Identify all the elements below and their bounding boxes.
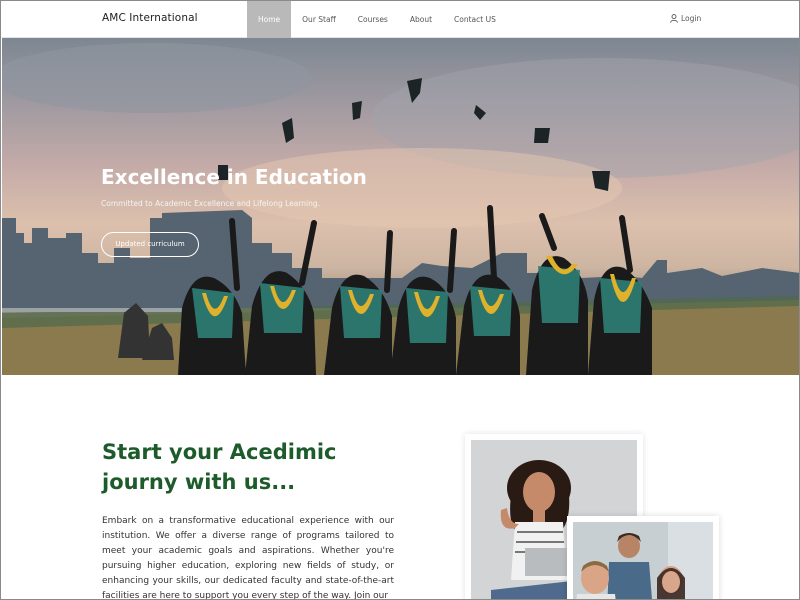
nav-item-our-staff[interactable]: Our Staff [291, 1, 347, 38]
brand-logo[interactable]: AMC International [102, 12, 198, 24]
group-photo-art [573, 522, 713, 599]
login-link[interactable]: Login [670, 14, 701, 23]
hero-banner: Excellence in Education Committed to Aca… [2, 38, 799, 375]
nav-item-contact-us[interactable]: Contact US [443, 1, 507, 38]
hero-subtitle: Committed to Academic Excellence and Lif… [101, 199, 321, 208]
updated-curriculum-button[interactable]: Updated curriculum [101, 232, 199, 257]
login-label: Login [681, 14, 702, 23]
nav-item-courses[interactable]: Courses [347, 1, 399, 38]
intro-body: Embark on a transformative educational e… [102, 516, 394, 600]
page: AMC International Home Our Staff Courses… [0, 0, 800, 600]
nav-item-about[interactable]: About [399, 1, 443, 38]
nav-item-home[interactable]: Home [247, 1, 292, 38]
nav-links: Home Our Staff Courses About Contact US [247, 1, 507, 38]
intro-heading: Start your Acedimic journy with us... [102, 440, 337, 494]
hero-title: Excellence in Education [101, 165, 367, 189]
group-photo [573, 522, 713, 599]
group-photo-frame [567, 516, 719, 599]
navbar: AMC International Home Our Staff Courses… [1, 1, 799, 38]
user-icon [670, 14, 678, 23]
